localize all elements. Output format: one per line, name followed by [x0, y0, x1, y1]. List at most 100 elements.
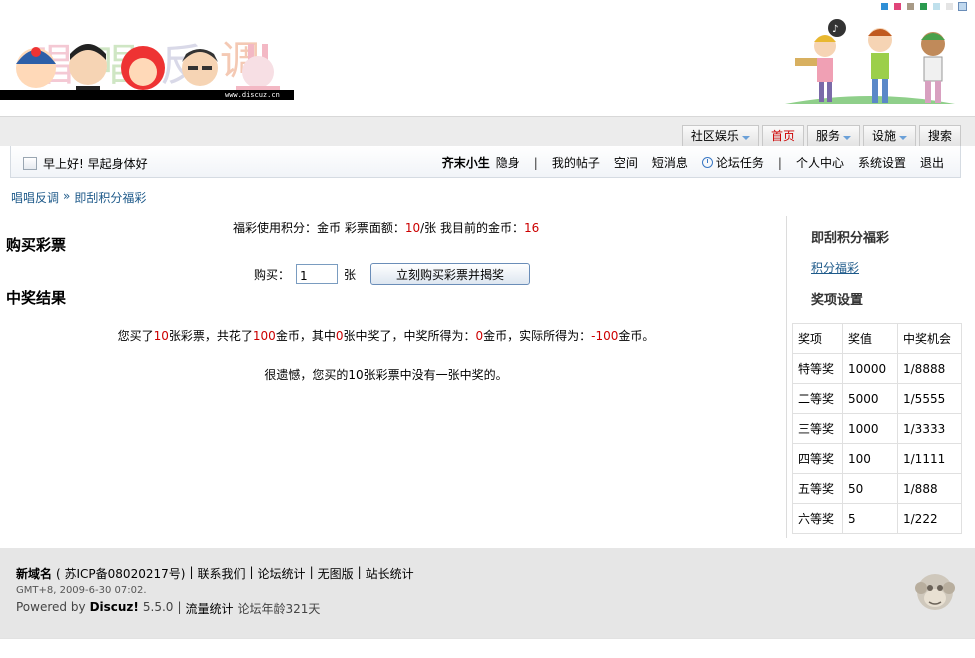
table-cell: 1/888: [897, 473, 962, 504]
result-text: 张中奖了，中奖所得为：: [343, 329, 476, 343]
powered-by-text: Powered by: [16, 600, 86, 614]
menu-facilities[interactable]: 设施: [862, 125, 916, 147]
table-cell: 1/3333: [897, 413, 962, 444]
table-header: 奖项: [792, 323, 843, 354]
result-text: 金币。: [618, 329, 655, 343]
info-prefix: 福彩使用积分：金币 彩票面额：: [233, 221, 405, 235]
separator: |: [533, 155, 538, 170]
greeting: 早上好! 早起身体好: [23, 155, 148, 172]
style-swatch-lightblue[interactable]: [932, 2, 941, 11]
user-bar: 早上好! 早起身体好 齐末小生 隐身 | 我的帖子 空间 短消息 论坛任务 | …: [10, 146, 961, 178]
table-row: 六等奖 5 1/222: [792, 503, 962, 534]
result-summary: 您买了10张彩票，共花了100金币，其中0张中奖了，中奖所得为：0金币，实际所得…: [0, 327, 772, 344]
table-cell: 1/8888: [897, 353, 962, 384]
admin-stats-link[interactable]: 站长统计: [366, 565, 414, 582]
table-cell: 1/1111: [897, 443, 962, 474]
result-sorry-message: 很遗憾，您买的10张彩票中没有一张中奖的。: [264, 368, 508, 382]
style-swatch-green[interactable]: [919, 2, 928, 11]
lottery-info: 福彩使用积分：金币 彩票面额：10/张 我目前的金币：16: [233, 219, 539, 236]
table-cell: 三等奖: [792, 413, 843, 444]
buy-unit: 张: [344, 267, 357, 282]
style-swatch-gray[interactable]: [945, 2, 954, 11]
sidebar-title: 即刮积分福彩: [811, 231, 890, 246]
ticket-quantity-input[interactable]: [296, 264, 339, 284]
version-text: 5.5.0: [142, 600, 174, 614]
breadcrumb-current[interactable]: 即刮积分福彩: [74, 189, 146, 206]
menu-home[interactable]: 首页: [761, 125, 804, 147]
table-row: 四等奖 100 1/1111: [792, 443, 962, 474]
icp-link[interactable]: ( 苏ICP备08020217号): [56, 565, 185, 582]
contact-link[interactable]: 联系我们: [197, 565, 245, 582]
archive-link[interactable]: 无图版: [318, 565, 354, 582]
menu-search[interactable]: 搜索: [918, 125, 961, 147]
system-settings-link[interactable]: 系统设置: [858, 154, 906, 171]
buy-form: 购买： 张 立刻购买彩票并揭奖: [254, 263, 531, 285]
forum-age: 论坛年龄321天: [237, 602, 321, 616]
greeting-icon: [23, 157, 37, 170]
buy-and-reveal-button[interactable]: 立刻购买彩票并揭奖: [370, 263, 531, 285]
result-spent: 100: [252, 329, 276, 343]
space-link[interactable]: 空间: [614, 154, 638, 171]
breadcrumb-separator: »: [63, 189, 71, 203]
svg-text:♪: ♪: [832, 24, 838, 35]
chevron-down-icon: [842, 136, 851, 140]
menu-home-label: 首页: [770, 129, 795, 143]
forum-tasks-link[interactable]: 论坛任务: [701, 154, 764, 171]
my-posts-link[interactable]: 我的帖子: [552, 154, 600, 171]
menu-services-label: 服务: [815, 129, 840, 143]
sidebar: 即刮积分福彩 积分福彩 奖项设置 奖项 奖值 中奖机会 特等奖 10000 1/…: [786, 216, 975, 538]
menu-community[interactable]: 社区娱乐: [681, 125, 759, 147]
prize-settings-title: 奖项设置: [811, 293, 864, 308]
result-text: 金币，其中: [275, 329, 336, 343]
messages-link[interactable]: 短消息: [652, 154, 688, 171]
footer-separator: |: [309, 565, 314, 579]
menu-community-label: 社区娱乐: [690, 129, 739, 143]
buy-section-title: 购买彩票: [6, 236, 67, 254]
style-swatch-blue[interactable]: [880, 2, 889, 11]
table-cell: 1000: [842, 413, 898, 444]
buy-label: 购买：: [254, 267, 291, 282]
style-swatch-pink[interactable]: [893, 2, 902, 11]
table-cell: 二等奖: [792, 383, 843, 414]
footer-separator: |: [189, 565, 194, 579]
sidebar-lottery-link[interactable]: 积分福彩: [811, 259, 859, 276]
my-coins: 16: [523, 221, 540, 235]
discuz-link[interactable]: Discuz!: [90, 600, 139, 617]
forum-stats-link[interactable]: 论坛统计: [258, 565, 306, 582]
discuz-monkey-logo[interactable]: [913, 568, 957, 618]
logout-link[interactable]: 退出: [920, 154, 944, 171]
style-swatch-tan[interactable]: [906, 2, 915, 11]
breadcrumb-forum-link[interactable]: 唱唱反调: [11, 189, 59, 206]
breadcrumb: 唱唱反调 » 即刮积分福彩: [11, 189, 146, 206]
ticket-price: 10: [404, 221, 421, 235]
page-footer: 新域名 ( 苏ICP备08020217号) | 联系我们 | 论坛统计 | 无图…: [0, 548, 975, 638]
table-cell: 五等奖: [792, 473, 843, 504]
username-link[interactable]: 齐末小生: [442, 154, 490, 171]
table-row: 二等奖 5000 1/5555: [792, 383, 962, 414]
main-content: 福彩使用积分：金币 彩票面额：10/张 我目前的金币：16 购买彩票 购买： 张…: [0, 216, 786, 538]
forum-tasks-label: 论坛任务: [715, 156, 764, 170]
user-center-link[interactable]: 个人中心: [796, 154, 844, 171]
style-swatch-paleblue[interactable]: [958, 2, 967, 11]
table-header: 中奖机会: [897, 323, 962, 354]
table-cell: 六等奖: [792, 503, 843, 534]
menu-services[interactable]: 服务: [806, 125, 860, 147]
header-mascots-illustration: ♪: [785, 19, 955, 104]
table-row: 三等奖 1000 1/3333: [792, 413, 962, 444]
table-cell: 10000: [842, 353, 898, 384]
table-row: 五等奖 50 1/888: [792, 473, 962, 504]
table-cell: 特等奖: [792, 353, 843, 384]
greeting-text: 早上好! 早起身体好: [43, 157, 148, 171]
result-text: 张彩票，共花了: [168, 329, 253, 343]
site-name-link[interactable]: 新域名: [16, 565, 52, 582]
result-ticket-count: 10: [153, 329, 169, 343]
separator: |: [777, 155, 782, 170]
traffic-stats-link[interactable]: 流量统计: [186, 600, 234, 617]
result-prize: 0: [475, 329, 484, 343]
style-swatches: [880, 2, 967, 11]
menu-search-label: 搜索: [927, 129, 952, 143]
invisible-link[interactable]: 隐身: [496, 154, 520, 171]
table-cell: 50: [842, 473, 898, 504]
server-time: GMT+8, 2009-6-30 07:02.: [16, 585, 147, 596]
info-mid: /张 我目前的金币：: [420, 221, 524, 235]
